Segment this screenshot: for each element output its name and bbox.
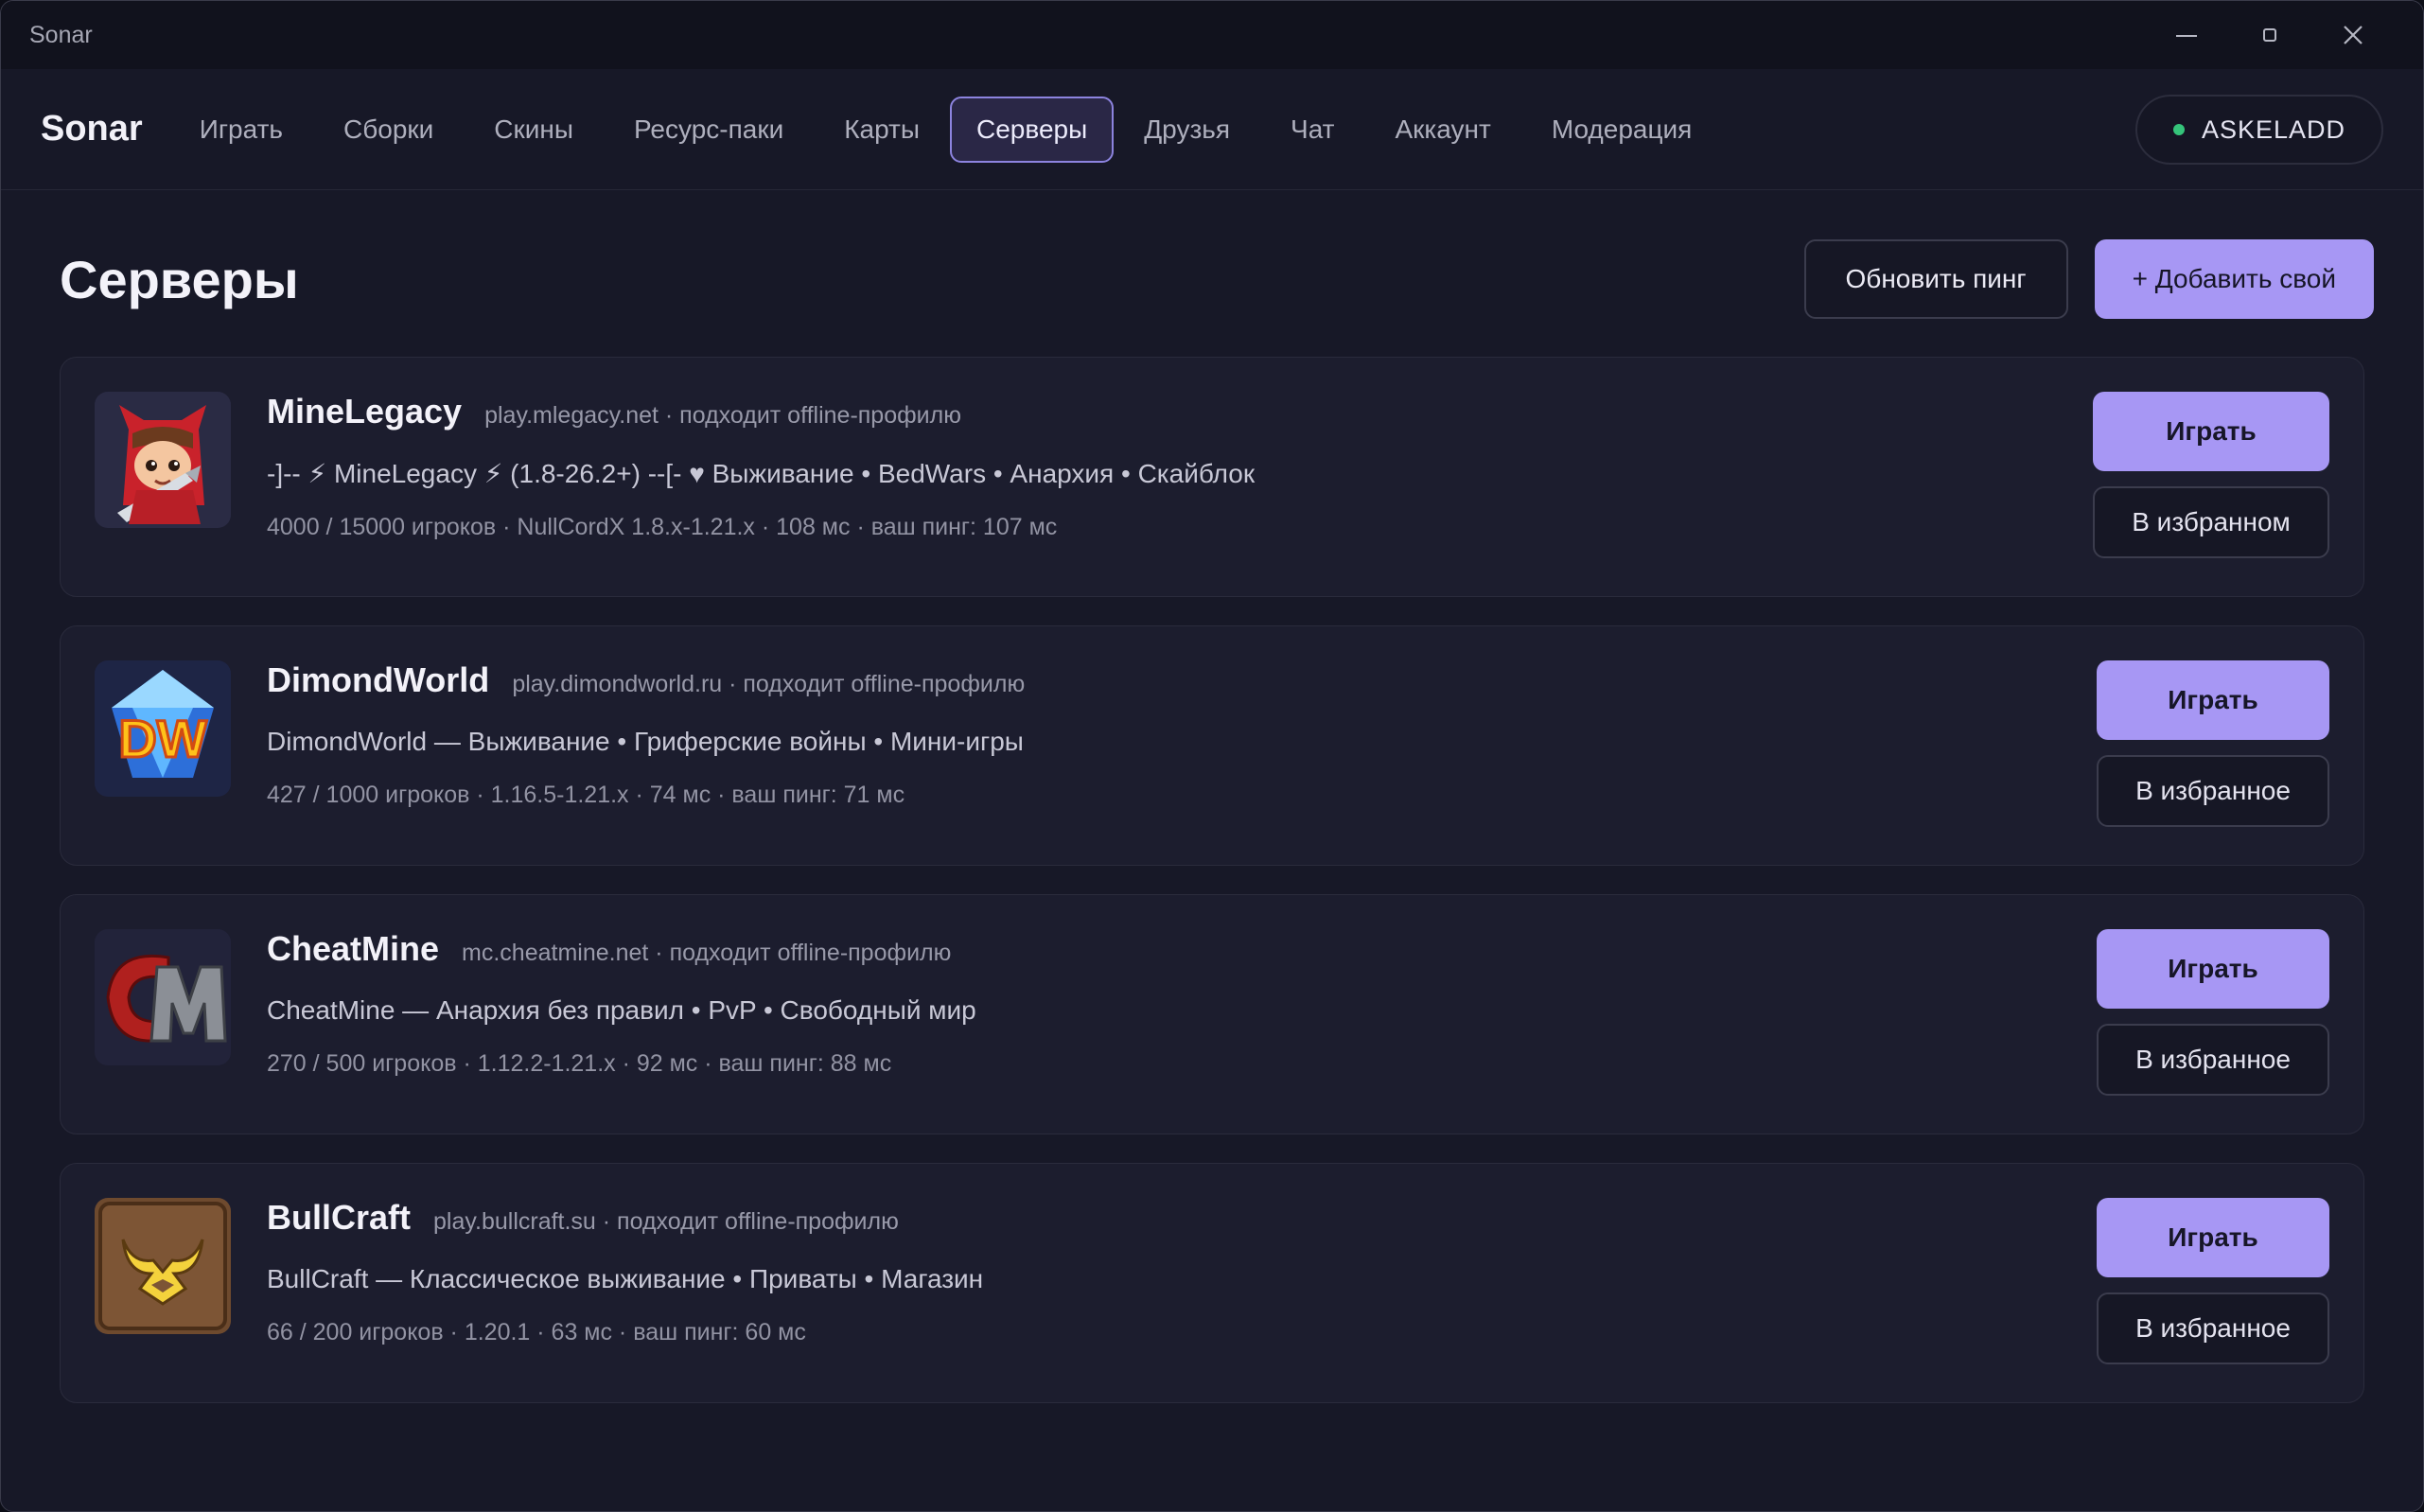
server-name: CheatMine <box>267 929 440 968</box>
top-nav: Sonar Играть Сборки Скины Ресурс-паки Ка… <box>1 69 2423 190</box>
dw-diamond-logo-icon: DW <box>95 660 231 797</box>
play-button[interactable]: Играть <box>2093 392 2329 471</box>
account-name: ASKELADD <box>2201 114 2345 144</box>
nav-item-maps[interactable]: Карты <box>814 97 950 163</box>
server-motd: BullCraft — Классическое выживание • При… <box>267 1264 984 1293</box>
server-motd: DimondWorld — Выживание • Гриферские вой… <box>267 727 1024 756</box>
maximize-icon <box>2263 28 2276 42</box>
server-address: play.dimondworld.ru · подходит offline-п… <box>512 671 1026 697</box>
window-controls <box>2145 1 2395 69</box>
nav-item-chat[interactable]: Чат <box>1260 97 1364 163</box>
server-info: BullCraft play.bullcraft.su · подходит o… <box>267 1198 2023 1346</box>
server-list: MineLegacy play.mlegacy.net · подходит o… <box>60 357 2364 1432</box>
server-motd: CheatMine — Анархия без правил • PvP • С… <box>267 995 976 1025</box>
server-stats: 270 / 500 игроков · 1.12.2-1.21.x · 92 м… <box>267 1050 892 1077</box>
refresh-ping-button[interactable]: Обновить пинг <box>1803 239 2068 319</box>
server-stats: 4000 / 15000 игроков · NullCordX 1.8.x-1… <box>267 514 1058 540</box>
server-actions: Играть В избранное <box>2097 929 2329 1096</box>
online-status-icon <box>2172 124 2185 135</box>
play-button[interactable]: Играть <box>2097 929 2329 1009</box>
nav-item-friends[interactable]: Друзья <box>1114 97 1260 163</box>
page-header: Серверы Обновить пинг + Добавить свой <box>60 239 2374 319</box>
cm-letters-logo-icon <box>95 929 231 1065</box>
favorite-button[interactable]: В избранном <box>2093 486 2329 558</box>
favorite-button[interactable]: В избранное <box>2097 1292 2329 1364</box>
add-server-button[interactable]: + Добавить свой <box>2094 239 2374 319</box>
header-actions: Обновить пинг + Добавить свой <box>1803 239 2374 319</box>
favorite-button[interactable]: В избранное <box>2097 1024 2329 1096</box>
server-address: play.bullcraft.su · подходит offline-про… <box>433 1208 899 1235</box>
nav-item-builds[interactable]: Сборки <box>313 97 464 163</box>
server-stats: 427 / 1000 игроков · 1.16.5-1.21.x · 74 … <box>267 782 905 808</box>
server-card: CheatMine mc.cheatmine.net · подходит of… <box>60 894 2364 1134</box>
server-name: MineLegacy <box>267 392 463 431</box>
nav-item-play[interactable]: Играть <box>169 97 313 163</box>
server-info: CheatMine mc.cheatmine.net · подходит of… <box>267 929 2023 1078</box>
play-button[interactable]: Играть <box>2097 1198 2329 1277</box>
title-bar: Sonar <box>1 1 2423 69</box>
server-address: mc.cheatmine.net · подходит offline-проф… <box>462 940 952 966</box>
nav-item-resource-packs[interactable]: Ресурс-паки <box>604 97 814 163</box>
close-icon <box>2344 26 2363 44</box>
account-pill[interactable]: ASKELADD <box>2134 95 2383 165</box>
favorite-button[interactable]: В избранное <box>2097 755 2329 827</box>
bull-horns-logo-icon <box>95 1198 231 1334</box>
app-window: Sonar Sonar Играть Сборки Скины Ресурс-п… <box>0 0 2424 1512</box>
server-info: MineLegacy play.mlegacy.net · подходит o… <box>267 392 2023 541</box>
nav-items: Играть Сборки Скины Ресурс-паки Карты Се… <box>169 96 1723 163</box>
nav-item-moderation[interactable]: Модерация <box>1521 97 1723 163</box>
maximize-button[interactable] <box>2228 1 2311 69</box>
server-name: DimondWorld <box>267 660 490 699</box>
server-stats: 66 / 200 игроков · 1.20.1 · 63 мс · ваш … <box>267 1319 806 1345</box>
close-button[interactable] <box>2311 1 2395 69</box>
minimize-icon <box>2176 35 2197 37</box>
server-actions: Играть В избранное <box>2097 660 2329 827</box>
brand-logo: Sonar <box>41 109 143 149</box>
server-card: DW DimondWorld play.dimondworld.ru · под… <box>60 625 2364 866</box>
server-info: DimondWorld play.dimondworld.ru · подход… <box>267 660 2023 809</box>
nav-item-skins[interactable]: Скины <box>464 97 604 163</box>
server-name: BullCraft <box>267 1198 411 1237</box>
svg-text:DW: DW <box>118 709 206 768</box>
nav-item-servers[interactable]: Серверы <box>950 96 1115 163</box>
server-actions: Играть В избранное <box>2097 1198 2329 1364</box>
server-address: play.mlegacy.net · подходит offline-проф… <box>484 402 961 429</box>
window-title: Sonar <box>29 21 93 48</box>
server-card: MineLegacy play.mlegacy.net · подходит o… <box>60 357 2364 597</box>
red-hood-character-icon <box>95 392 231 528</box>
server-actions: Играть В избранном <box>2093 392 2329 558</box>
nav-item-account[interactable]: Аккаунт <box>1364 97 1520 163</box>
page-title: Серверы <box>60 249 299 309</box>
server-motd: -]-- ⚡ MineLegacy ⚡ (1.8-26.2+) --[- ♥ В… <box>267 459 1256 488</box>
play-button[interactable]: Играть <box>2097 660 2329 740</box>
server-card: BullCraft play.bullcraft.su · подходит o… <box>60 1163 2364 1403</box>
minimize-button[interactable] <box>2145 1 2228 69</box>
